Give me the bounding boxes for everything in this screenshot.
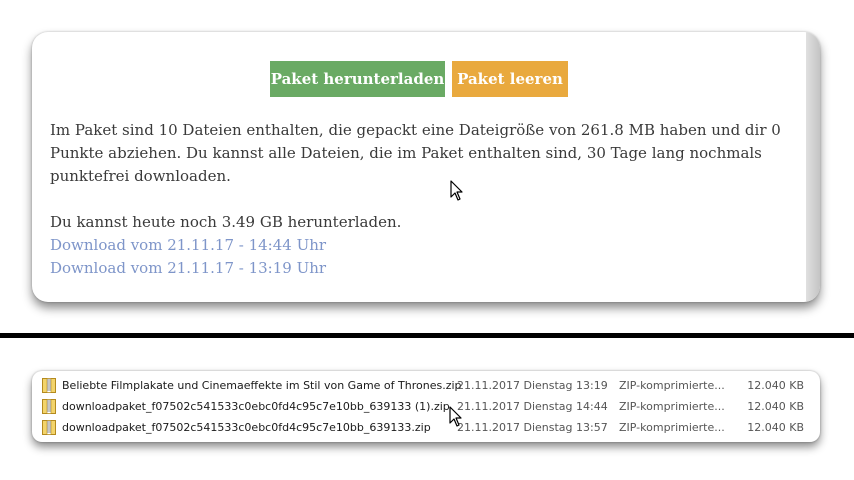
file-date: 21.11.2017 Dienstag 14:44: [457, 400, 608, 413]
file-name: downloadpaket_f07502c541533c0ebc0fd4c95c…: [62, 400, 450, 413]
file-row[interactable]: Beliebte Filmplakate und Cinemaeffekte i…: [32, 375, 820, 396]
mouse-cursor-icon: [450, 180, 463, 201]
file-row[interactable]: downloadpaket_f07502c541533c0ebc0fd4c95c…: [32, 417, 820, 438]
divider: [0, 333, 854, 338]
zip-folder-icon: [42, 399, 56, 414]
file-size: 12.040 KB: [747, 379, 804, 392]
download-package-button[interactable]: Paket herunterladen: [270, 61, 445, 97]
mouse-cursor-icon: [449, 406, 462, 427]
download-link-2[interactable]: Download vom 21.11.17 - 13:19 Uhr: [50, 257, 790, 280]
file-row[interactable]: downloadpaket_f07502c541533c0ebc0fd4c95c…: [32, 396, 820, 417]
file-size: 12.040 KB: [747, 400, 804, 413]
file-size: 12.040 KB: [747, 421, 804, 434]
package-info-text: Im Paket sind 10 Dateien enthalten, die …: [50, 121, 781, 185]
file-type: ZIP-komprimierte...: [619, 379, 725, 392]
download-package-panel: Paket herunterladen Paket leeren Im Pake…: [32, 32, 820, 302]
quota-text: Du kannst heute noch 3.49 GB herunterlad…: [50, 213, 402, 231]
clear-package-button[interactable]: Paket leeren: [452, 61, 568, 97]
file-name: Beliebte Filmplakate und Cinemaeffekte i…: [62, 379, 462, 392]
file-date: 21.11.2017 Dienstag 13:19: [457, 379, 608, 392]
file-list: Beliebte Filmplakate und Cinemaeffekte i…: [32, 371, 820, 442]
file-type: ZIP-komprimierte...: [619, 400, 725, 413]
scrollbar[interactable]: [806, 32, 820, 302]
file-name: downloadpaket_f07502c541533c0ebc0fd4c95c…: [62, 421, 431, 434]
package-info: Im Paket sind 10 Dateien enthalten, die …: [50, 119, 790, 280]
zip-folder-icon: [42, 378, 56, 393]
file-date: 21.11.2017 Dienstag 13:57: [457, 421, 608, 434]
file-type: ZIP-komprimierte...: [619, 421, 725, 434]
download-link-1[interactable]: Download vom 21.11.17 - 14:44 Uhr: [50, 234, 790, 257]
zip-folder-icon: [42, 420, 56, 435]
